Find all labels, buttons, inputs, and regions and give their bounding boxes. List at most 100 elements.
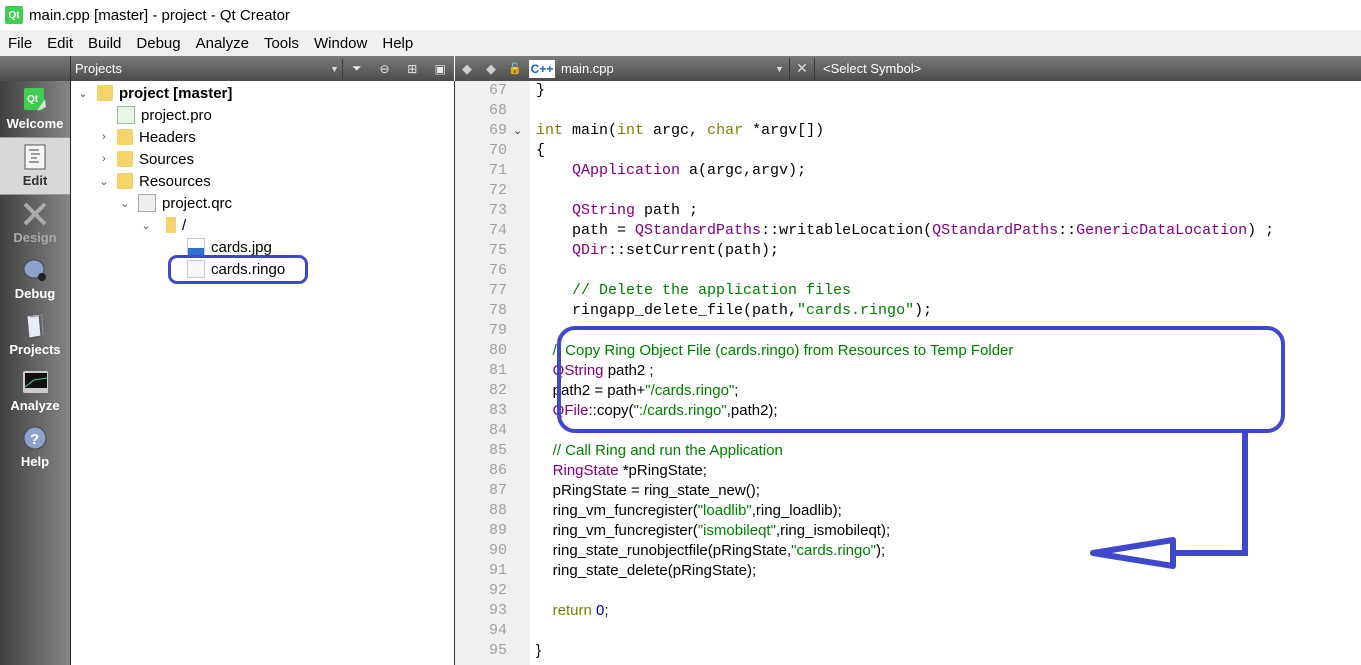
line-number: 78 <box>488 302 507 319</box>
line-number: 95 <box>488 642 507 659</box>
close-file-icon[interactable]: ✕ <box>792 60 812 77</box>
line-number: 88 <box>488 502 507 519</box>
line-number: 76 <box>488 262 507 279</box>
tree-item-headers[interactable]: › Headers <box>96 126 196 148</box>
lock-icon[interactable]: 🔓 <box>503 62 527 75</box>
mode-edit[interactable]: Edit <box>0 137 70 195</box>
chevron-down-icon[interactable]: ▼ <box>330 64 342 74</box>
analyze-monitor-icon <box>22 369 48 395</box>
back-arrow-icon[interactable]: ◆ <box>455 61 479 77</box>
line-number: 81 <box>488 362 507 379</box>
qt-project-icon <box>97 85 113 101</box>
line-number: 82 <box>488 382 507 399</box>
code-line: QString path ; <box>572 202 699 219</box>
tree-item-root-folder[interactable]: ⌄ / <box>138 214 186 236</box>
line-number: 70 <box>488 142 507 159</box>
mode-toolbar-spacer <box>0 56 71 81</box>
annotation-arrow <box>1090 430 1248 569</box>
mode-label: Design <box>13 230 57 245</box>
link-icon[interactable]: ⊖ <box>371 62 399 76</box>
close-panel-icon[interactable]: ▣ <box>426 62 454 76</box>
tree-item-label: / <box>182 216 187 234</box>
filter-icon[interactable]: ⏷ <box>343 61 371 76</box>
editor-toolbar: ◆ ◆ 🔓 C++ main.cpp ▼ ✕ <Select Symbol> <box>455 56 1361 82</box>
tree-item-label: Sources <box>139 150 195 168</box>
forward-arrow-icon[interactable]: ◆ <box>479 61 503 77</box>
menu-edit[interactable]: Edit <box>39 35 80 52</box>
tree-item-project[interactable]: ⌄ project [master] <box>75 82 232 104</box>
line-number: 85 <box>488 442 507 459</box>
menu-tools[interactable]: Tools <box>256 35 306 52</box>
code-line: // Delete the application files <box>572 282 852 299</box>
chevron-right-icon[interactable]: › <box>96 153 112 165</box>
projects-view-selector[interactable]: Projects <box>75 61 330 76</box>
resources-folder-icon <box>117 173 133 189</box>
chevron-down-icon[interactable]: ⌄ <box>75 87 91 100</box>
line-number: 71 <box>488 162 507 179</box>
tree-item-sources[interactable]: › Sources <box>96 148 194 170</box>
projects-folder-icon <box>22 313 48 339</box>
mode-debug[interactable]: Debug <box>0 251 70 307</box>
mode-help[interactable]: ? Help <box>0 419 70 475</box>
tree-item-resources[interactable]: ⌄ Resources <box>96 170 210 192</box>
chevron-right-icon[interactable]: › <box>96 131 112 143</box>
mode-label: Edit <box>22 173 48 188</box>
line-number: 75 <box>488 242 507 259</box>
mode-sidebar: Qt Welcome Edit Design Debug Projects An… <box>0 81 71 665</box>
window-title: main.cpp [master] - project - Qt Creator <box>29 6 290 24</box>
line-number: 79 <box>488 322 507 339</box>
svg-text:?: ? <box>30 431 39 448</box>
fold-chevron-icon[interactable]: ⌄ <box>513 124 522 137</box>
line-number: 84 <box>488 422 507 439</box>
mode-label: Welcome <box>6 116 64 131</box>
menu-debug[interactable]: Debug <box>128 35 187 52</box>
mode-analyze[interactable]: Analyze <box>0 363 70 419</box>
code-line: QDir::setCurrent(path); <box>572 242 780 259</box>
help-question-icon: ? <box>22 425 48 451</box>
code-line: ring_state_runobjectfile(pRingState,"car… <box>536 542 886 559</box>
highlight-annotation-copy-block <box>557 326 1285 433</box>
line-number: 94 <box>488 622 507 639</box>
line-number: 67 <box>488 82 507 99</box>
line-number: 69 <box>488 122 507 139</box>
code-line: // Call Ring and run the Application <box>552 442 783 459</box>
menu-build[interactable]: Build <box>80 35 128 52</box>
code-line: ring_vm_funcregister("loadlib",ring_load… <box>536 502 842 519</box>
mode-label: Debug <box>14 286 56 301</box>
mode-label: Help <box>20 454 50 469</box>
chevron-down-icon[interactable]: ⌄ <box>96 175 112 188</box>
code-line: ring_vm_funcregister("ismobileqt",ring_i… <box>536 522 891 539</box>
symbol-selector[interactable]: <Select Symbol> <box>823 61 921 76</box>
mode-welcome[interactable]: Qt Welcome <box>0 81 70 137</box>
line-number: 72 <box>488 182 507 199</box>
highlight-annotation-ringo <box>168 255 308 284</box>
code-line: ring_state_delete(pRingState); <box>536 562 757 579</box>
menu-analyze[interactable]: Analyze <box>188 35 256 52</box>
tree-item-project-pro[interactable]: project.pro <box>117 104 212 126</box>
menu-bar: File Edit Build Debug Analyze Tools Wind… <box>0 30 1361 56</box>
line-number: 91 <box>488 562 507 579</box>
design-tools-icon <box>22 201 48 227</box>
code-line: } <box>536 82 546 99</box>
menu-window[interactable]: Window <box>306 35 374 52</box>
menu-help[interactable]: Help <box>374 35 420 52</box>
mode-label: Projects <box>9 342 61 357</box>
split-add-icon[interactable]: ⊞ <box>398 62 426 76</box>
line-number: 89 <box>488 522 507 539</box>
tree-item-project-qrc[interactable]: ⌄ project.qrc <box>117 192 232 214</box>
chevron-down-icon[interactable]: ⌄ <box>138 219 154 232</box>
sources-folder-icon <box>117 151 133 167</box>
menu-file[interactable]: File <box>0 35 39 52</box>
cpp-file-icon: C++ <box>529 59 555 78</box>
code-line: int main(int argc, char *argv[]) <box>536 122 825 139</box>
mode-design[interactable]: Design <box>0 195 70 251</box>
chevron-down-icon[interactable]: ▼ <box>775 64 787 74</box>
toolbar-divider <box>814 57 815 80</box>
line-number: 92 <box>488 582 507 599</box>
chevron-down-icon[interactable]: ⌄ <box>117 197 133 210</box>
line-number: 87 <box>488 482 507 499</box>
open-file-selector[interactable]: main.cpp <box>561 61 741 76</box>
image-file-icon <box>187 238 205 256</box>
mode-projects[interactable]: Projects <box>0 307 70 363</box>
svg-text:Qt: Qt <box>27 94 39 105</box>
